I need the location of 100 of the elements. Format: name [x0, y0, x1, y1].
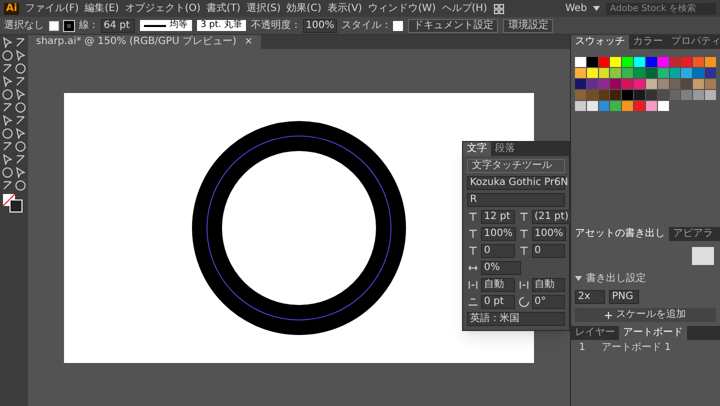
- color-swatch[interactable]: [575, 57, 586, 67]
- menu-item[interactable]: 選択(S): [246, 1, 281, 16]
- tool-icon[interactable]: [15, 76, 26, 87]
- toolbar-button[interactable]: 環境設定: [503, 18, 554, 32]
- color-swatch[interactable]: [610, 79, 622, 89]
- menu-item[interactable]: ヘルプ(H): [442, 1, 488, 16]
- close-icon[interactable]: ×: [244, 35, 253, 49]
- color-swatch[interactable]: [670, 79, 680, 89]
- input-field[interactable]: 0 pt: [481, 295, 514, 309]
- color-swatch[interactable]: [586, 79, 598, 89]
- input-field[interactable]: 0: [532, 244, 565, 258]
- color-swatch[interactable]: [575, 79, 586, 89]
- input-field[interactable]: 100%: [302, 18, 337, 32]
- brush-dropdown[interactable]: 3 pt. 丸筆: [196, 20, 246, 31]
- grid-icon[interactable]: [493, 2, 506, 14]
- tool-icon[interactable]: [2, 76, 13, 87]
- fill-swatch[interactable]: [49, 20, 59, 30]
- panel-tab[interactable]: プロパティ: [667, 35, 720, 49]
- panel-tab[interactable]: スウォッチ: [571, 35, 629, 49]
- color-swatch[interactable]: [658, 68, 669, 78]
- stroke-swatch[interactable]: [64, 20, 74, 30]
- text-size-icon[interactable]: [467, 245, 479, 257]
- input-field[interactable]: 0: [481, 244, 514, 258]
- tool-icon[interactable]: [2, 180, 13, 191]
- tool-icon[interactable]: [15, 128, 26, 139]
- color-swatch[interactable]: [622, 101, 634, 111]
- color-swatch[interactable]: [598, 68, 610, 78]
- add-scale-button[interactable]: スケールを追加: [575, 308, 716, 322]
- panel-tab[interactable]: レイヤー: [571, 326, 619, 340]
- panel-tab[interactable]: 文字: [463, 142, 491, 156]
- artboard-name[interactable]: アートボード 1: [601, 340, 671, 356]
- input-field[interactable]: 100%: [532, 227, 566, 241]
- color-swatch[interactable]: [681, 90, 692, 100]
- color-swatch[interactable]: [575, 68, 586, 78]
- color-swatch[interactable]: [705, 79, 716, 89]
- tool-icon[interactable]: [15, 115, 26, 126]
- toolbar-button[interactable]: ドキュメント設定: [408, 18, 498, 32]
- document-tab[interactable]: sharp.ai* @ 150% (RGB/GPU プレビュー) ×: [28, 35, 261, 49]
- color-swatch[interactable]: [598, 79, 610, 89]
- input-field[interactable]: 0%: [481, 261, 521, 275]
- input-field[interactable]: R: [467, 193, 565, 207]
- panel-tab[interactable]: アセットの書き出し: [571, 227, 669, 241]
- panel-tab[interactable]: カラー: [629, 35, 667, 49]
- style-swatch[interactable]: [393, 20, 404, 30]
- caret-icon[interactable]: [575, 276, 582, 281]
- text-size-icon[interactable]: [467, 228, 479, 240]
- color-swatch[interactable]: [670, 90, 680, 100]
- tool-icon[interactable]: [15, 50, 26, 61]
- menu-item[interactable]: ウィンドウ(W): [368, 1, 436, 16]
- color-swatch[interactable]: [693, 68, 704, 78]
- color-swatch[interactable]: [693, 79, 704, 89]
- tool-icon[interactable]: [2, 102, 13, 113]
- workspace-switcher[interactable]: Web: [565, 1, 587, 16]
- color-swatch[interactable]: [622, 90, 634, 100]
- menu-item[interactable]: オブジェクト(O): [124, 1, 201, 16]
- text-size-icon[interactable]: [518, 245, 530, 257]
- tool-icon[interactable]: [2, 128, 13, 139]
- tool-icon[interactable]: [2, 89, 13, 100]
- color-swatch[interactable]: [646, 79, 657, 89]
- tool-icon[interactable]: [2, 63, 13, 74]
- tool-icon[interactable]: [15, 63, 26, 74]
- text-size-icon[interactable]: [518, 211, 530, 223]
- baseline-icon[interactable]: [467, 296, 479, 308]
- input-field[interactable]: (21 pt): [532, 210, 572, 224]
- menu-item[interactable]: 効果(C): [286, 1, 322, 16]
- tool-icon[interactable]: [15, 167, 26, 178]
- tool-icon[interactable]: [2, 37, 13, 48]
- color-swatch[interactable]: [705, 57, 716, 67]
- text-size-icon[interactable]: [518, 228, 530, 240]
- tool-icon[interactable]: [2, 50, 13, 61]
- color-swatch[interactable]: [658, 57, 669, 67]
- color-swatch[interactable]: [646, 68, 657, 78]
- tool-icon[interactable]: [2, 167, 13, 178]
- color-swatch[interactable]: [610, 57, 622, 67]
- spacing-icon[interactable]: [518, 279, 530, 291]
- input-field[interactable]: Kozuka Gothic Pr6N: [467, 176, 565, 190]
- color-swatch[interactable]: [622, 79, 634, 89]
- text-size-icon[interactable]: [467, 211, 479, 223]
- panel-tab[interactable]: アートボード: [619, 326, 687, 340]
- tool-icon[interactable]: [2, 115, 13, 126]
- tool-icon[interactable]: [2, 154, 13, 165]
- input-field[interactable]: 12 pt: [481, 210, 514, 224]
- spacing-icon[interactable]: [467, 279, 479, 291]
- input-field[interactable]: 2x: [575, 290, 605, 304]
- tool-icon[interactable]: [15, 141, 26, 152]
- input-field[interactable]: 自動: [481, 278, 514, 292]
- color-swatch[interactable]: [705, 68, 716, 78]
- color-swatch[interactable]: [598, 101, 610, 111]
- panel-tab[interactable]: 段落: [491, 142, 519, 156]
- color-swatch[interactable]: [586, 68, 598, 78]
- input-field[interactable]: 64 pt: [100, 18, 135, 32]
- fill-stroke-icon[interactable]: [2, 193, 24, 213]
- color-swatch[interactable]: [705, 90, 716, 100]
- color-swatch[interactable]: [670, 68, 680, 78]
- tool-icon[interactable]: [15, 180, 26, 191]
- rotate-icon[interactable]: [518, 296, 530, 308]
- tool-icon[interactable]: [15, 89, 26, 100]
- input-field[interactable]: 100%: [481, 227, 516, 241]
- tool-icon[interactable]: [15, 102, 26, 113]
- color-swatch[interactable]: [634, 57, 645, 67]
